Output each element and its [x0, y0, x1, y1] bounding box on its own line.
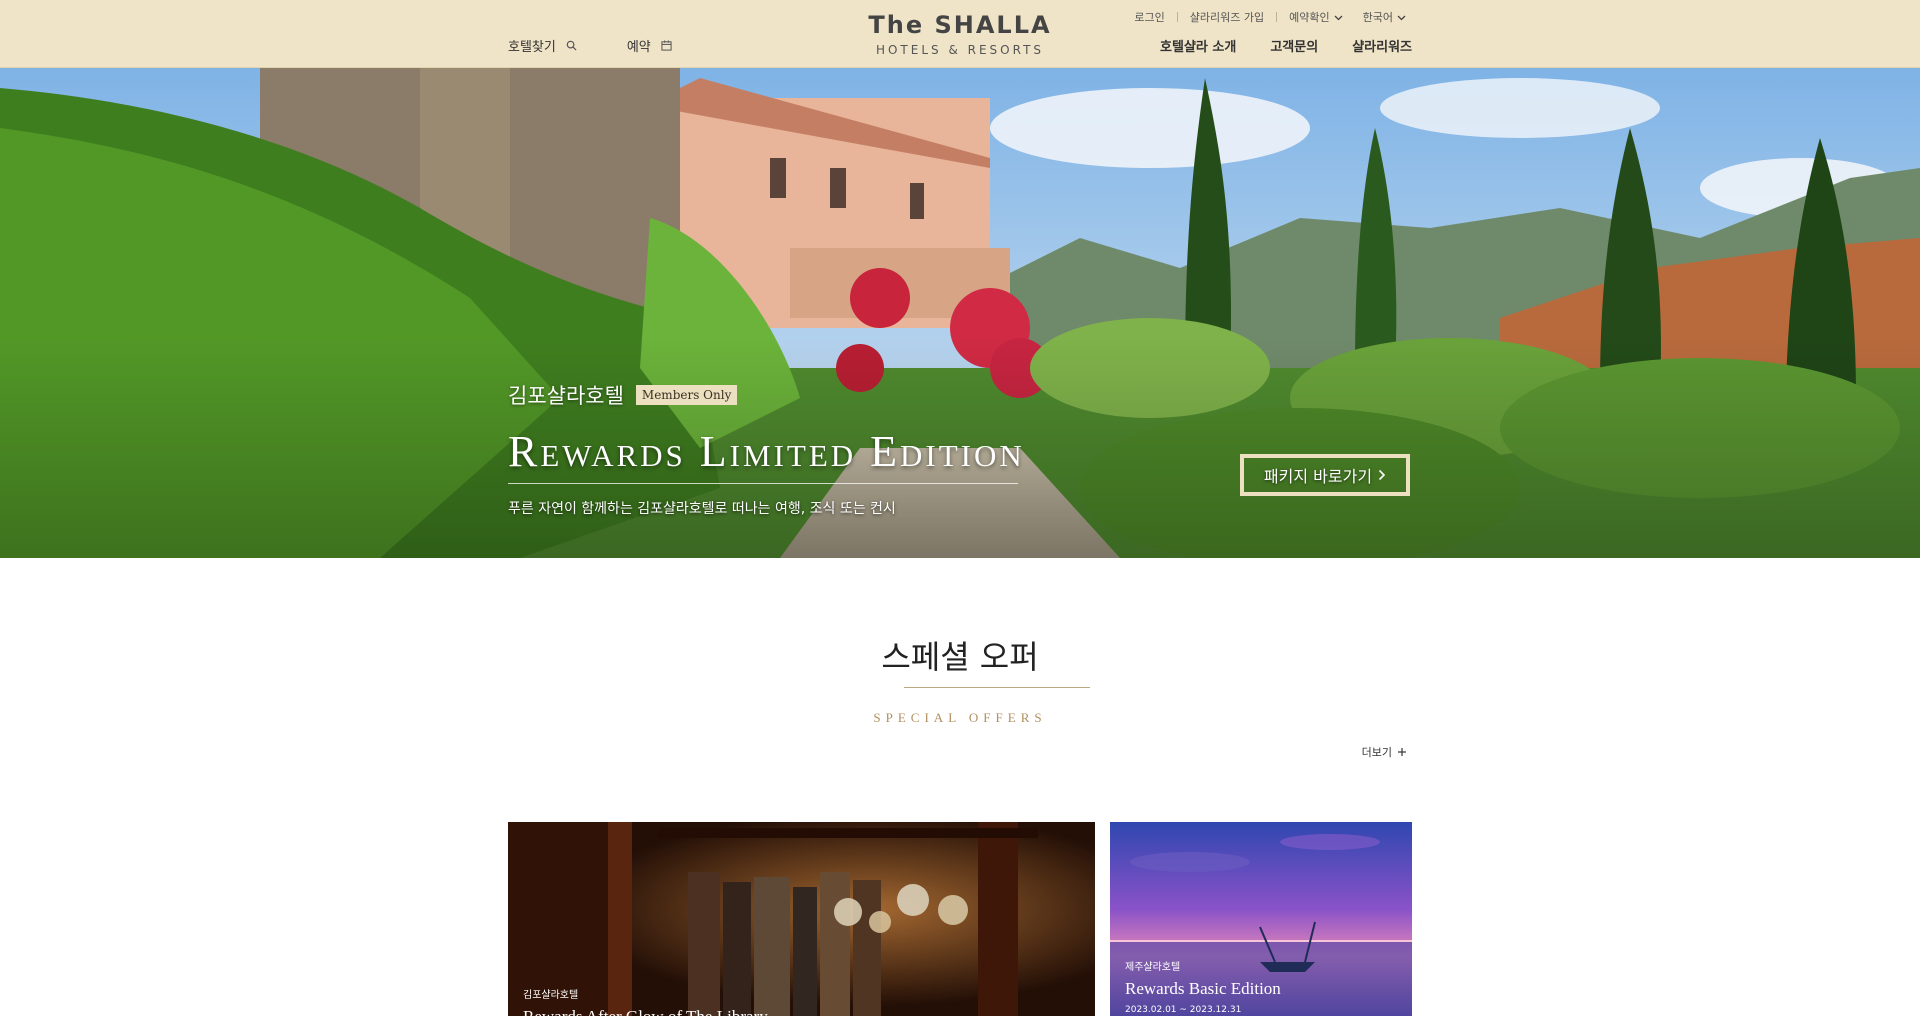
calendar-icon — [661, 40, 672, 51]
language-dropdown[interactable]: 한국어 — [1363, 9, 1406, 25]
plus-icon — [1398, 746, 1406, 759]
offer-title: Rewards After Glow of The Library — [523, 1007, 768, 1016]
hero-description: 푸른 자연이 함께하는 김포샬라호텔로 떠나는 여행, 조식 또는 컨시 — [508, 501, 896, 517]
special-offers-title: 스페셜 오퍼 — [881, 638, 1039, 676]
site-header: 호텔찾기 예약 The SHALLA HOTELS & RESORTS 로그인 … — [0, 0, 1920, 68]
offer-hotel-name: 김포샬라호텔 — [523, 990, 579, 1001]
divider — [1276, 12, 1278, 22]
nav-about[interactable]: 호텔샬라 소개 — [1160, 36, 1236, 55]
reservation-label: 예약 — [626, 40, 651, 55]
hero-hotel-name: 김포샬라호텔 — [508, 384, 624, 408]
hero-brand-row: 김포샬라호텔 Members Only — [508, 380, 1025, 410]
offer-hotel-name: 제주샬라호텔 — [1125, 962, 1181, 973]
chevron-down-icon — [1397, 11, 1406, 24]
logo-subtitle: HOTELS & RESORTS — [875, 43, 1045, 57]
chevron-down-icon — [1334, 11, 1343, 24]
offer-card[interactable]: 김포샬라호텔 Rewards After Glow of The Library — [508, 822, 1095, 1016]
hero-title: Rewards Limited Edition — [508, 427, 1025, 476]
offer-card[interactable]: 제주샬라호텔 Rewards Basic Edition 2023.02.01 … — [1110, 822, 1412, 1016]
more-offers-link[interactable]: 더보기 — [1362, 744, 1406, 760]
hero-divider — [508, 483, 1018, 484]
package-cta-button[interactable]: 패키지 바로가기 — [1240, 454, 1410, 496]
special-offers-subtitle: SPECIAL OFFERS — [873, 710, 1047, 725]
find-hotel-link[interactable]: 호텔찾기 — [508, 36, 577, 55]
hero-banner: 김포샬라호텔 Members Only Rewards Limited Edit… — [0, 68, 1920, 558]
join-rewards-link[interactable]: 샬라리워즈 가입 — [1190, 9, 1264, 25]
primary-nav-right: 호텔샬라 소개 고객문의 샬라리워즈 — [1160, 36, 1412, 55]
members-only-badge: Members Only — [635, 385, 738, 405]
logo-title: The SHALLA — [868, 11, 1052, 39]
find-hotel-label: 호텔찾기 — [508, 40, 556, 55]
more-offers-label: 더보기 — [1361, 746, 1392, 759]
primary-nav-left: 호텔찾기 예약 — [508, 36, 672, 55]
offer-card-text: 김포샬라호텔 Rewards After Glow of The Library — [523, 986, 768, 1016]
offer-card-text: 제주샬라호텔 Rewards Basic Edition 2023.02.01 … — [1125, 958, 1281, 1015]
search-icon — [566, 40, 577, 51]
reservation-check-label: 예약확인 — [1289, 11, 1330, 24]
utility-nav: 로그인 샬라리워즈 가입 예약확인 한국어 — [1134, 9, 1406, 25]
login-link[interactable]: 로그인 — [1134, 9, 1164, 25]
language-label: 한국어 — [1362, 11, 1393, 24]
divider — [1176, 12, 1178, 22]
nav-contact[interactable]: 고객문의 — [1270, 36, 1318, 55]
package-cta-label: 패키지 바로가기 — [1263, 467, 1373, 486]
site-logo[interactable]: The SHALLA HOTELS & RESORTS — [860, 12, 1060, 57]
section-divider — [904, 687, 1090, 688]
chevron-right-icon — [1378, 466, 1386, 485]
offer-date: 2023.02.01 ~ 2023.12.31 — [1125, 1005, 1242, 1015]
reservation-link[interactable]: 예약 — [627, 36, 672, 55]
hero-text: 김포샬라호텔 Members Only Rewards Limited Edit… — [508, 380, 1025, 518]
offer-title: Rewards Basic Edition — [1125, 979, 1281, 998]
reservation-check-dropdown[interactable]: 예약확인 — [1289, 9, 1343, 25]
nav-rewards[interactable]: 샬라리워즈 — [1352, 36, 1412, 55]
